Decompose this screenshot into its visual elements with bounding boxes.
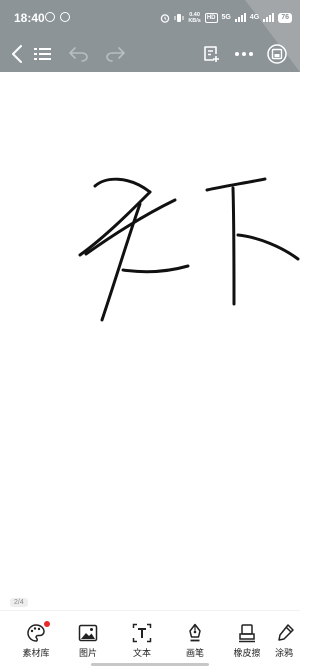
palette-icon bbox=[27, 624, 45, 642]
eraser-icon bbox=[239, 624, 255, 643]
handwriting-ink bbox=[78, 177, 300, 322]
home-indicator bbox=[91, 663, 209, 666]
status-right: 0.40 KB/s HD 5G 4G 76 bbox=[160, 11, 292, 24]
tool-label: 图片 bbox=[78, 648, 97, 658]
tool-label: 画笔 bbox=[185, 648, 204, 658]
status-bar: 18:40 0.40 KB/s HD 5G 4G 76 bbox=[0, 0, 300, 34]
pen-icon bbox=[189, 623, 201, 642]
network-5g-label: 5G bbox=[221, 14, 231, 21]
tool-label: 文本 bbox=[132, 648, 151, 658]
stroke bbox=[121, 264, 190, 274]
signal-icon bbox=[263, 13, 275, 22]
add-note-icon bbox=[204, 46, 219, 62]
redo-icon bbox=[106, 47, 125, 62]
undo-icon bbox=[69, 47, 88, 62]
stroke bbox=[93, 177, 152, 194]
hd-badge: HD bbox=[204, 12, 218, 23]
alarm-icon bbox=[161, 13, 170, 23]
doodle-icon bbox=[278, 624, 294, 641]
more-button[interactable] bbox=[232, 42, 256, 66]
top-bar: 18:40 0.40 KB/s HD 5G 4G 76 bbox=[0, 0, 300, 72]
redo-button[interactable] bbox=[103, 42, 127, 66]
stroke bbox=[84, 198, 177, 256]
vibrate-icon bbox=[174, 13, 184, 22]
network-speed: 0.40 KB/s bbox=[188, 12, 201, 24]
add-note-button[interactable] bbox=[199, 42, 223, 66]
undo-button[interactable] bbox=[67, 42, 91, 66]
tool-eraser[interactable]: 橡皮擦 bbox=[222, 623, 272, 659]
save-icon bbox=[267, 44, 287, 64]
stroke bbox=[236, 233, 300, 261]
tool-label: 涂鸦 bbox=[275, 648, 294, 658]
drawing-canvas[interactable] bbox=[0, 72, 300, 594]
handwriting-strokes bbox=[78, 177, 300, 322]
save-button[interactable] bbox=[265, 42, 289, 66]
back-icon bbox=[12, 45, 22, 63]
stroke bbox=[78, 190, 152, 257]
tool-label: 素材库 bbox=[22, 648, 50, 658]
tool-image[interactable]: 图片 bbox=[63, 623, 113, 659]
status-time: 18:40 bbox=[14, 11, 45, 25]
outline-button[interactable] bbox=[31, 42, 55, 66]
tool-text[interactable]: 文本 bbox=[117, 623, 167, 659]
list-icon bbox=[34, 48, 51, 60]
network-speed-unit: KB/s bbox=[188, 17, 201, 24]
bottom-toolbar: 素材库 图片 文本 画笔 橡皮擦 涂鸦 bbox=[0, 610, 300, 669]
app-notification-icon bbox=[60, 12, 70, 22]
notification-dot bbox=[44, 621, 50, 627]
more-icon bbox=[235, 52, 253, 56]
image-icon bbox=[78, 624, 98, 642]
stroke bbox=[205, 177, 267, 192]
page-indicator: 2/4 bbox=[10, 598, 28, 607]
back-button[interactable] bbox=[5, 42, 29, 66]
battery-indicator: 76 bbox=[278, 12, 292, 23]
tool-label: 橡皮擦 bbox=[233, 648, 261, 658]
stroke bbox=[231, 186, 236, 306]
network-4g-label: 4G bbox=[249, 14, 260, 21]
tool-material-library[interactable]: 素材库 bbox=[11, 621, 61, 659]
tool-doodle[interactable]: 涂鸦 bbox=[275, 623, 300, 659]
app-notification-icon bbox=[45, 12, 55, 22]
tool-pen[interactable]: 画笔 bbox=[170, 623, 220, 659]
text-icon bbox=[132, 623, 152, 643]
editor-toolbar bbox=[0, 36, 300, 72]
signal-icon bbox=[234, 13, 246, 22]
